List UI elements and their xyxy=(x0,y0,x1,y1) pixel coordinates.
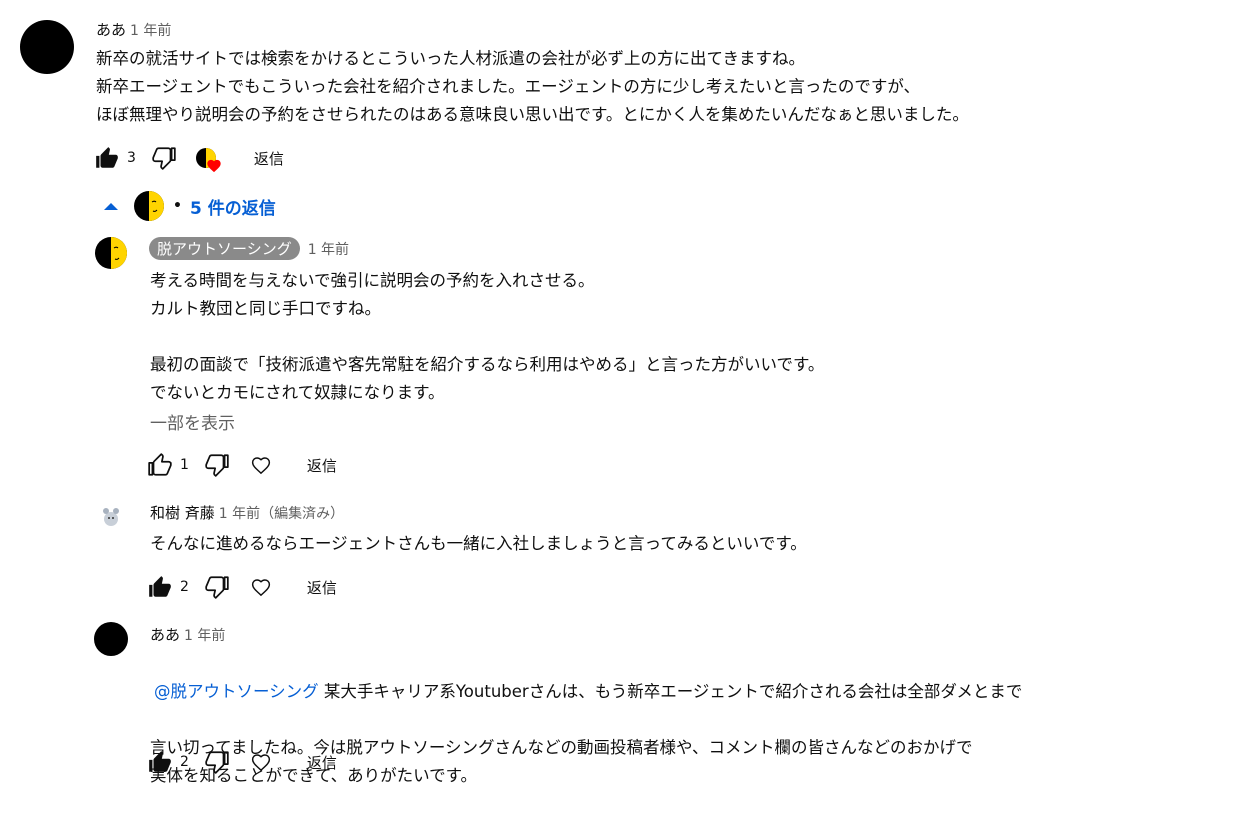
comment-text: そんなに進めるならエージェントさんも一緒に入社しましょうと言ってみるといいです。 xyxy=(150,534,807,553)
thumb-up-filled-icon xyxy=(149,576,171,597)
avatar[interactable] xyxy=(20,20,74,74)
comment-time[interactable]: 1 年前（編集済み） xyxy=(219,506,344,522)
replies-toggle[interactable]: • 5 件の返信 xyxy=(103,190,276,222)
dislike-button[interactable] xyxy=(203,451,231,479)
thumb-up-filled-icon xyxy=(149,751,171,772)
comment-author[interactable]: 脱アウトソーシング xyxy=(149,237,300,260)
comment-author[interactable]: 和樹 斉藤 xyxy=(150,504,215,522)
thumb-up-filled-icon xyxy=(96,147,118,168)
comment-header: 和樹 斉藤 1 年前（編集済み） xyxy=(150,502,344,523)
dislike-button[interactable] xyxy=(203,748,231,776)
comment-actions: 2 返信 xyxy=(146,748,337,776)
heart-outline-icon xyxy=(251,754,271,772)
comment-actions: 2 返信 xyxy=(146,573,337,601)
like-button[interactable] xyxy=(146,748,174,776)
comment-text: 新卒の就活サイトでは検索をかけるとこういった人材派遣の会社が必ず上の方に出てきま… xyxy=(96,49,969,124)
creator-heart-icon xyxy=(207,159,221,173)
like-count: 3 xyxy=(127,150,136,166)
comment-actions: 1 返信 xyxy=(146,451,337,479)
like-button[interactable] xyxy=(146,451,174,479)
reply-button[interactable]: 返信 xyxy=(307,455,337,476)
comment-actions: 3 返信 xyxy=(93,144,284,173)
avatar[interactable] xyxy=(94,622,128,656)
mention-link[interactable]: @脱アウトソーシング xyxy=(154,682,319,701)
thumb-down-icon xyxy=(152,147,176,170)
thumb-down-icon xyxy=(205,576,229,599)
heart-button[interactable] xyxy=(247,451,275,479)
replies-count-label: 5 件の返信 xyxy=(189,198,276,219)
thumb-down-icon xyxy=(205,454,229,477)
like-count: 1 xyxy=(180,457,189,473)
creator-heart-badge[interactable] xyxy=(192,144,221,173)
heart-outline-icon xyxy=(251,579,271,597)
comment-time[interactable]: 1 年前 xyxy=(184,628,225,644)
like-count: 2 xyxy=(180,754,189,770)
comment-time[interactable]: 1 年前 xyxy=(130,23,171,39)
comment-author[interactable]: ああ xyxy=(96,21,126,39)
comment-time[interactable]: 1 年前 xyxy=(308,242,349,258)
dislike-button[interactable] xyxy=(150,144,178,172)
dislike-button[interactable] xyxy=(203,573,231,601)
comment-text-first-line: 某大手キャリア系Youtuberさんは、もう新卒エージェントで紹介される会社は全… xyxy=(318,682,1023,701)
show-more-button[interactable]: 一部を表示 xyxy=(150,409,235,434)
comment-header: ああ 1 年前 xyxy=(150,624,225,645)
comment-text: 考える時間を与えないで強引に説明会の予約を入れさせる。 カルト教団と同じ手口です… xyxy=(150,271,825,402)
thumb-up-icon xyxy=(148,453,172,476)
reply-button[interactable]: 返信 xyxy=(307,752,337,773)
reply-button[interactable]: 返信 xyxy=(254,148,284,169)
thumb-down-icon xyxy=(205,751,229,774)
comment-header: ああ 1 年前 xyxy=(96,19,171,40)
heart-button[interactable] xyxy=(247,748,275,776)
avatar[interactable] xyxy=(94,500,128,534)
like-button[interactable] xyxy=(93,144,121,172)
avatar[interactable] xyxy=(94,236,128,270)
heart-button[interactable] xyxy=(247,573,275,601)
creator-avatar-icon xyxy=(134,191,164,221)
comment-header: 脱アウトソーシング 1 年前 xyxy=(149,237,349,260)
comment-text: @脱アウトソーシング 某大手キャリア系Youtuberさんは、もう新卒エージェン… xyxy=(150,650,1210,818)
comment-author[interactable]: ああ xyxy=(150,626,180,644)
like-button[interactable] xyxy=(146,573,174,601)
heart-outline-icon xyxy=(251,457,271,475)
comment-text-line: @脱アウトソーシング 某大手キャリア系Youtuberさんは、もう新卒エージェン… xyxy=(150,678,1210,706)
chevron-up-icon xyxy=(104,203,118,210)
separator-dot: • xyxy=(173,198,182,214)
like-count: 2 xyxy=(180,579,189,595)
reply-button[interactable]: 返信 xyxy=(307,577,337,598)
